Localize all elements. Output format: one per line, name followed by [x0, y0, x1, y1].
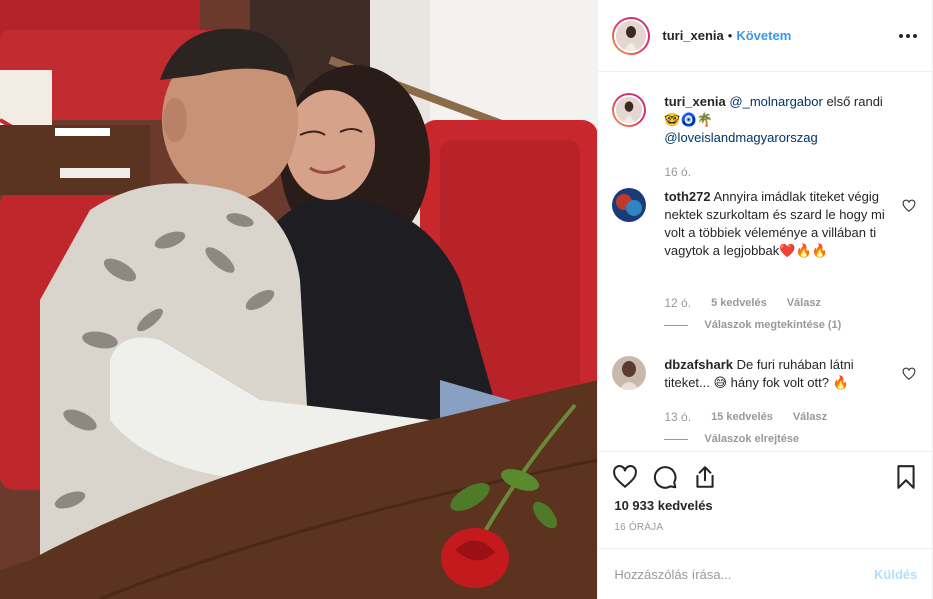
comment-username[interactable]: dbzafshark: [664, 357, 733, 372]
hide-replies-button[interactable]: Válaszok elrejtése: [664, 433, 799, 445]
replies-divider: [664, 438, 689, 440]
caption-mention[interactable]: @_molnargabor: [729, 94, 822, 109]
comment-time[interactable]: 12 ó.: [664, 296, 691, 310]
comment-icon[interactable]: [652, 464, 678, 490]
comment-time[interactable]: 13 ó.: [664, 410, 691, 424]
author-username[interactable]: turi_xenia: [662, 28, 723, 43]
comment-username[interactable]: toth272: [664, 189, 710, 204]
caption-emojis: 🤓🧿🌴: [664, 112, 713, 127]
caption-hashtag[interactable]: @loveislandmagyarorszag: [664, 130, 817, 145]
reply-button[interactable]: Válasz: [793, 411, 827, 423]
comment-like-heart-icon[interactable]: [902, 367, 916, 381]
comment-input[interactable]: [614, 566, 855, 582]
reply-button[interactable]: Válasz: [787, 297, 821, 309]
author-avatar[interactable]: [612, 16, 651, 55]
header-separator: •: [727, 28, 733, 43]
caption-text: turi_xenia @_molnargabor első randi 🤓🧿🌴 …: [664, 93, 894, 147]
caption-username[interactable]: turi_xenia: [664, 94, 725, 109]
post-timestamp[interactable]: 16 ÓRÁJA: [614, 522, 663, 533]
follow-button[interactable]: Követem: [736, 28, 791, 43]
caption-body: első randi: [826, 94, 883, 109]
commenter-avatar[interactable]: [612, 188, 647, 222]
comment-likes[interactable]: 5 kedvelés: [711, 297, 767, 309]
bookmark-icon[interactable]: [893, 464, 919, 490]
post-actions: 10 933 kedvelés 16 ÓRÁJA: [598, 451, 933, 548]
post-photo-illustration: [0, 0, 598, 599]
share-icon[interactable]: [692, 464, 718, 490]
comment-likes[interactable]: 15 kedvelés: [711, 411, 773, 423]
add-comment-bar: Küldés: [598, 548, 933, 599]
comment-like-heart-icon[interactable]: [902, 199, 916, 213]
post-comment-button[interactable]: Küldés: [874, 567, 917, 582]
replies-divider: [664, 324, 689, 326]
caption-avatar[interactable]: [612, 93, 647, 127]
commenter-avatar[interactable]: [612, 356, 647, 390]
post-photo[interactable]: [0, 0, 598, 599]
caption-time[interactable]: 16 ó.: [664, 165, 691, 179]
post-header: turi_xenia • Követem: [598, 0, 933, 72]
post-side-panel: turi_xenia • Követem turi_xenia @_molnar…: [597, 0, 933, 599]
instagram-post: turi_xenia • Követem turi_xenia @_molnar…: [0, 0, 933, 599]
likes-count[interactable]: 10 933 kedvelés: [614, 498, 712, 513]
author-avatar-image: [616, 20, 647, 51]
comments-list[interactable]: turi_xenia @_molnargabor első randi 🤓🧿🌴 …: [598, 73, 933, 451]
heart-icon[interactable]: [612, 464, 638, 490]
more-horizontal-icon[interactable]: [899, 27, 918, 45]
view-replies-button[interactable]: Válaszok megtekintése (1): [664, 319, 841, 331]
